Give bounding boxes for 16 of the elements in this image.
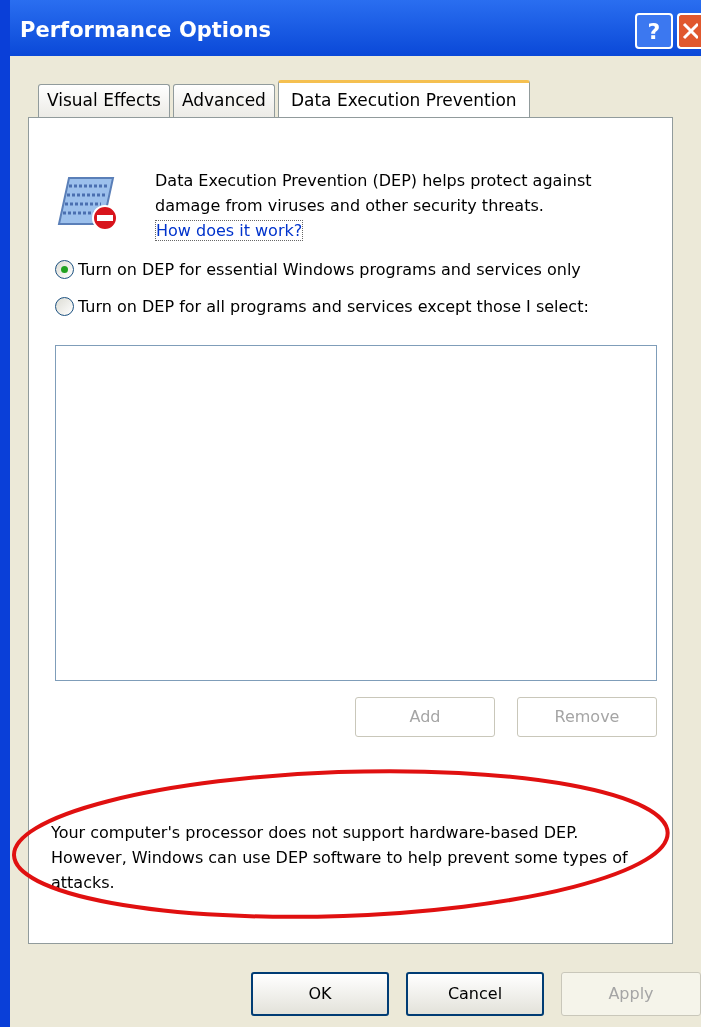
help-button[interactable]: ? xyxy=(635,13,673,49)
close-button[interactable] xyxy=(677,13,701,49)
window-title: Performance Options xyxy=(20,17,271,45)
tab[interactable]: Visual Effects xyxy=(38,84,170,117)
tab[interactable]: Data Execution Prevention xyxy=(277,80,530,118)
radio-button[interactable] xyxy=(55,297,74,316)
description-text: Data Execution Prevention (DEP) helps protect against damage from viruses and other security threats. How does it work? xyxy=(155,170,593,243)
option-label: Turn on DEP for essential Windows programs and services only xyxy=(78,259,582,281)
tab[interactable]: Advanced xyxy=(172,84,275,117)
radio-button[interactable] xyxy=(55,260,74,279)
option-label: Turn on DEP for all programs and services except those I select: xyxy=(78,296,590,318)
note-text: Your computer's processor does not support hardware-based DEP. However, Windows can use DEP software to help prevent some types of attacks. xyxy=(51,822,629,894)
dialog-button[interactable]: Cancel xyxy=(406,972,544,1016)
close-icon xyxy=(682,22,698,40)
help-link[interactable]: How does it work? xyxy=(155,220,304,241)
dialog-button[interactable]: OK xyxy=(251,972,389,1016)
